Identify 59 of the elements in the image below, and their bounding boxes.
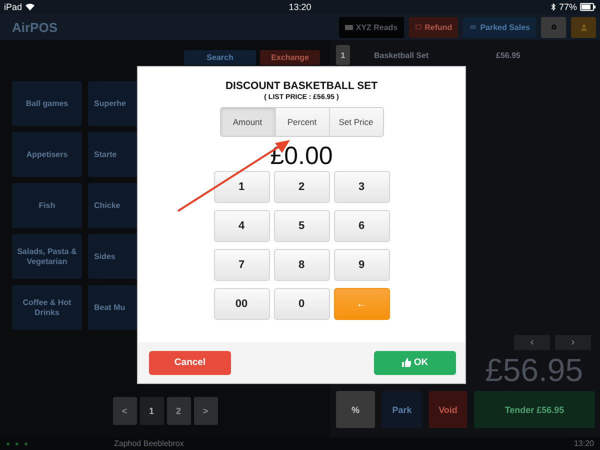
keypad-key[interactable]: 2 — [274, 171, 330, 203]
mode-tab[interactable]: Set Price — [328, 108, 382, 136]
category-tile[interactable]: Fish — [12, 183, 82, 228]
car-icon — [469, 24, 478, 30]
category-tile[interactable]: Ball games — [12, 81, 82, 126]
battery-percent: 77% — [558, 2, 577, 12]
connection-dots-icon — [6, 442, 28, 446]
page-button[interactable]: < — [112, 397, 136, 425]
keypad-key[interactable]: 7 — [214, 249, 270, 281]
discount-button[interactable]: % — [336, 391, 375, 428]
cancel-button[interactable]: Cancel — [149, 350, 231, 374]
keypad-key[interactable]: 5 — [274, 210, 330, 242]
void-button[interactable]: Void — [429, 391, 467, 428]
header-button[interactable]: XYZ Reads — [338, 16, 404, 38]
settings-button[interactable] — [541, 16, 566, 38]
page-button[interactable]: 2 — [166, 397, 190, 425]
thumbs-up-icon — [402, 358, 411, 367]
amount-display: £0.00 — [270, 143, 333, 170]
category-tile[interactable]: Appetisers — [12, 132, 82, 177]
nav-button[interactable]: › — [555, 335, 591, 350]
keypad-key[interactable]: 8 — [274, 249, 330, 281]
page-button[interactable]: 1 — [140, 397, 164, 425]
bluetooth-icon — [550, 3, 556, 11]
mode-tab[interactable]: Percent — [274, 108, 328, 136]
battery-icon — [580, 3, 596, 11]
user-name: Zaphod Beeblebrox — [114, 439, 184, 448]
quantity-badge: 1 — [336, 45, 350, 65]
item-name: Basketball Set — [374, 50, 430, 60]
device-name: iPad — [4, 2, 22, 12]
tender-button[interactable]: Tender £56.95 — [474, 391, 595, 428]
dialog-title: DISCOUNT BASKETBALL SET — [225, 80, 378, 92]
backspace-key[interactable]: ← — [334, 288, 390, 320]
search-button[interactable]: Search — [184, 50, 256, 65]
keypad-key[interactable]: 4 — [214, 210, 270, 242]
ok-button[interactable]: OK — [374, 350, 456, 374]
header-button[interactable]: Refund — [408, 16, 458, 38]
keypad-key[interactable]: 0 — [274, 288, 330, 320]
keypad-key[interactable]: 3 — [334, 171, 390, 203]
user-icon — [580, 24, 586, 30]
header-button[interactable]: Parked Sales — [463, 16, 536, 38]
keypad-key[interactable]: 00 — [214, 288, 270, 320]
footer-time: 13:20 — [574, 439, 594, 448]
category-tile[interactable]: Coffee & Hot Drinks — [12, 285, 82, 330]
settings-icon — [550, 24, 556, 30]
mode-tab[interactable]: Amount — [220, 108, 274, 136]
park-button[interactable]: Park — [382, 391, 422, 428]
clock: 13:20 — [288, 2, 312, 12]
wifi-icon — [25, 3, 36, 11]
app-title: AirPOS — [12, 20, 58, 34]
order-total: £56.95 — [485, 352, 583, 389]
user-button[interactable] — [571, 16, 596, 38]
keypad-key[interactable]: 9 — [334, 249, 390, 281]
page-button[interactable]: > — [194, 397, 218, 425]
exchange-button[interactable]: Exchange — [260, 50, 320, 65]
keypad-key[interactable]: 1 — [214, 171, 270, 203]
category-tile[interactable]: Salads, Pasta & Vegetarian — [12, 234, 82, 279]
nav-button[interactable]: ‹ — [514, 335, 550, 350]
keypad-key[interactable]: 6 — [334, 210, 390, 242]
item-price: £56.95 — [496, 50, 520, 60]
